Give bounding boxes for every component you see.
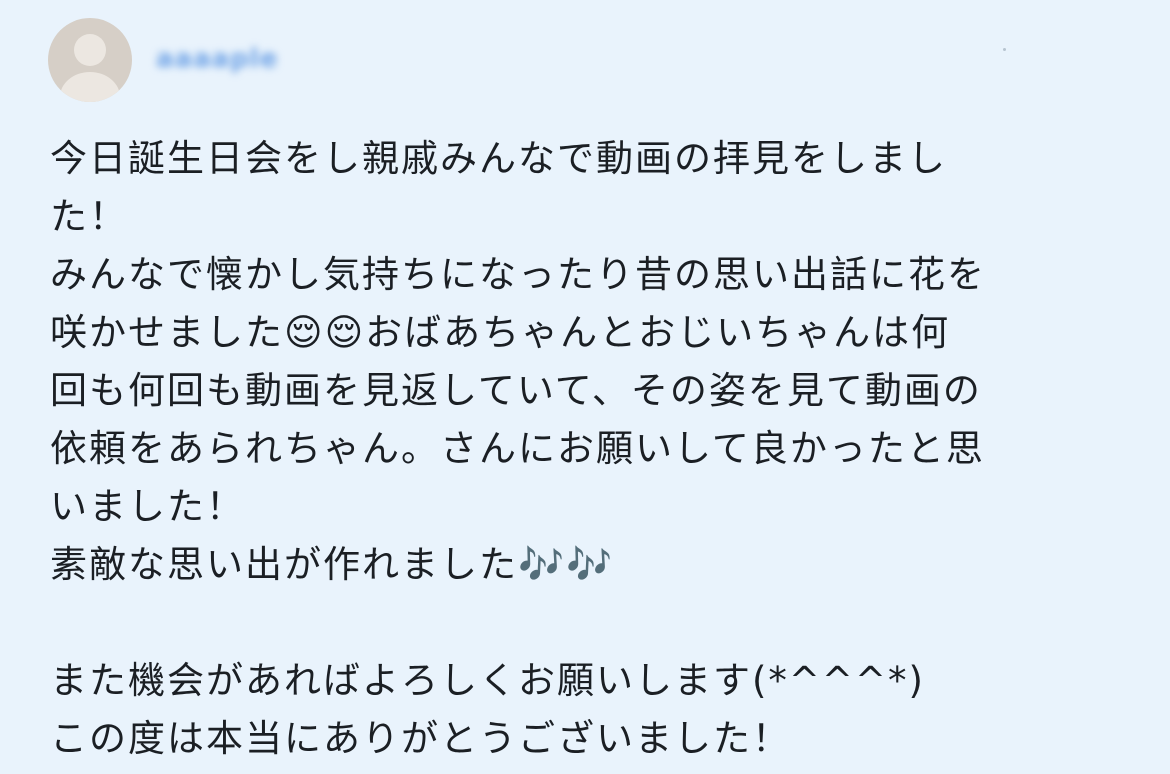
avatar-head-shape xyxy=(74,34,106,66)
dot-mark xyxy=(1003,48,1006,51)
review-line: 回も何回も動画を見返していて、その姿を見て動画の xyxy=(50,369,982,412)
review-line: いました！ xyxy=(50,485,245,528)
review-line: た！ xyxy=(50,195,128,238)
review-line: この度は本当にありがとうございました！ xyxy=(50,717,791,760)
review-line: 素敵な思い出が作れました🎶🎶 xyxy=(50,543,615,586)
review-line: また機会があればよろしくお願いします(*^^^*) xyxy=(50,659,925,702)
review-text: 今日誕生日会をし親戚みんなで動画の拝見をしまし た！ みんなで懐かし気持ちになっ… xyxy=(50,130,1090,768)
username[interactable]: aaaaple xyxy=(156,44,278,74)
review-card: aaaaple 今日誕生日会をし親戚みんなで動画の拝見をしまし た！ みんなで懐… xyxy=(0,0,1170,774)
review-line: みんなで懐かし気持ちになったり昔の思い出話に花を xyxy=(50,253,986,296)
review-line: 咲かせました😌😌おばあちゃんとおじいちゃんは何 xyxy=(50,311,951,354)
avatar[interactable] xyxy=(48,18,132,102)
review-line: 今日誕生日会をし親戚みんなで動画の拝見をしまし xyxy=(50,137,947,180)
review-line: 依頼をあられちゃん。さんにお願いして良かったと思 xyxy=(50,427,985,470)
avatar-body-shape xyxy=(60,72,120,102)
